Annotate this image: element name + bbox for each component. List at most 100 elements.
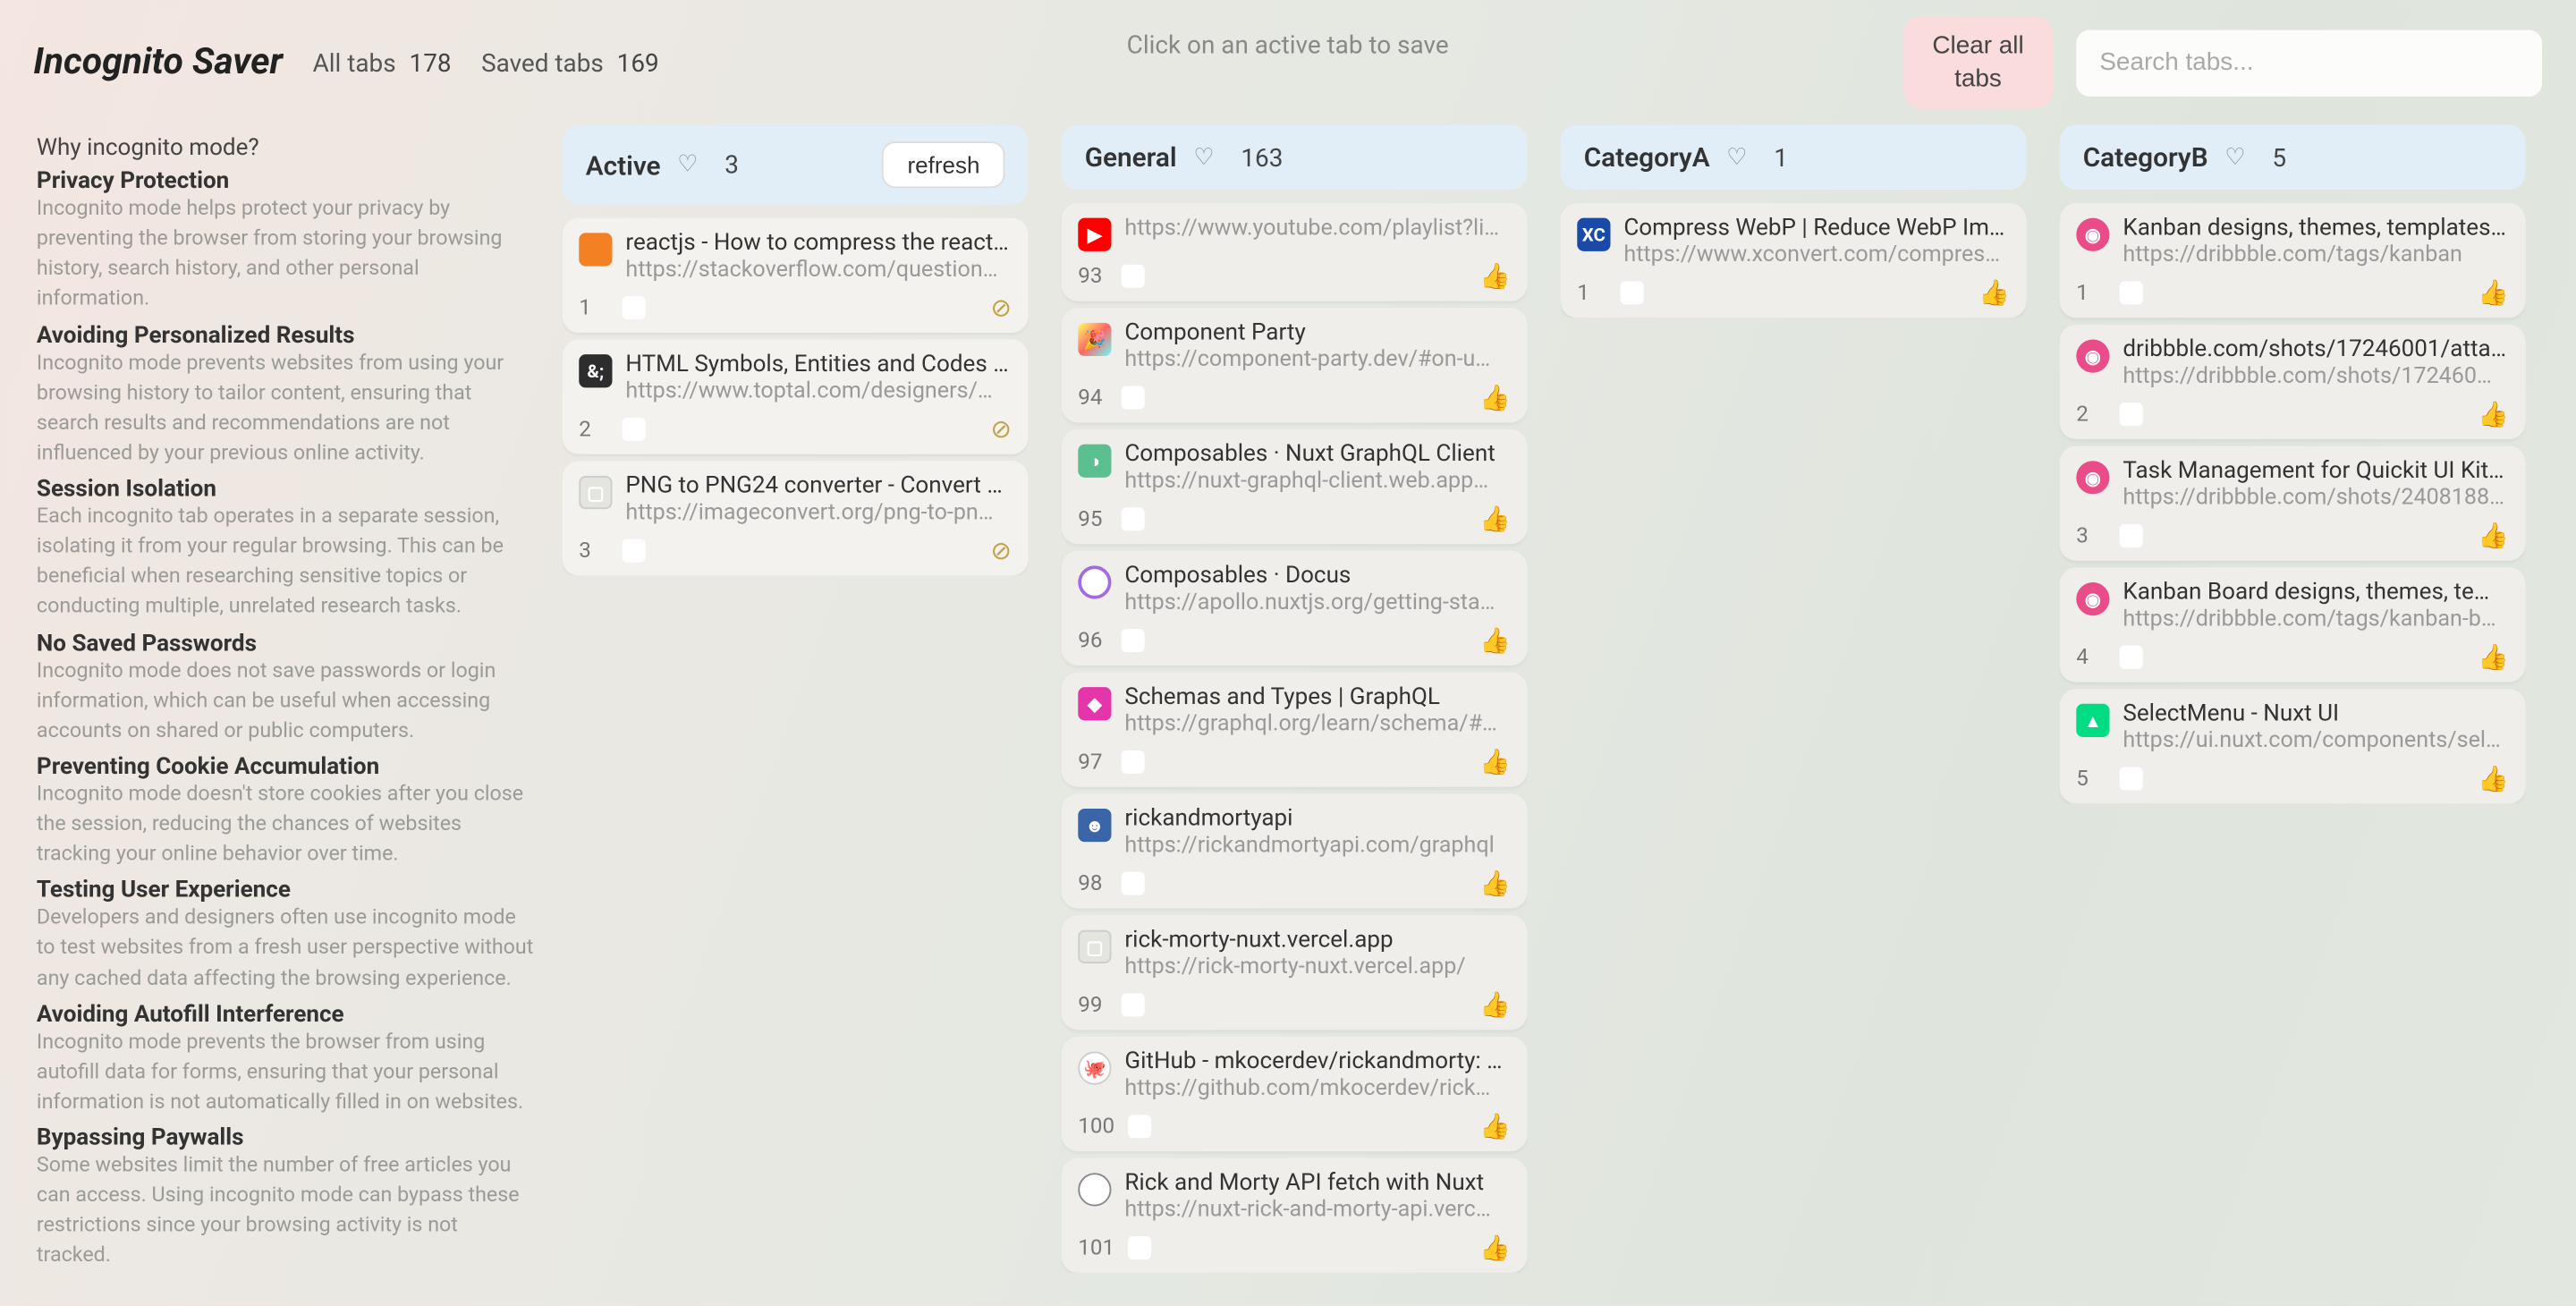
warn-icon[interactable]: ⊘ bbox=[990, 536, 1011, 565]
thumbs-up-icon[interactable]: 👍 bbox=[1479, 747, 1511, 776]
refresh-button[interactable]: refresh bbox=[883, 141, 1005, 188]
tab-url: https://rick-morty-nuxt.vercel.app/ bbox=[1124, 954, 1511, 980]
tab-checkbox[interactable] bbox=[623, 418, 646, 441]
tab-checkbox[interactable] bbox=[1122, 872, 1145, 895]
tab-checkbox[interactable] bbox=[2120, 646, 2143, 669]
tab-title: Composables · Docus bbox=[1124, 563, 1511, 589]
thumbs-up-icon[interactable]: 👍 bbox=[1479, 383, 1511, 412]
search-input[interactable] bbox=[2076, 30, 2542, 96]
tab-checkbox[interactable] bbox=[1128, 1236, 1151, 1259]
tab-title: SelectMenu - Nuxt UI bbox=[2123, 700, 2509, 727]
tab-card[interactable]: ▶https://www.youtube.com/playlist?li…93👍 bbox=[1062, 203, 1528, 301]
tab-checkbox[interactable] bbox=[2120, 403, 2143, 426]
tab-title: Schemas and Types | GraphQL bbox=[1124, 683, 1511, 710]
heart-icon[interactable]: ♡ bbox=[677, 151, 698, 178]
column-count: 163 bbox=[1241, 142, 1283, 172]
tab-checkbox[interactable] bbox=[1621, 281, 1644, 304]
tab-checkbox[interactable] bbox=[1122, 507, 1145, 530]
clear-all-button[interactable]: Clear all tabs bbox=[1903, 17, 2053, 108]
thumbs-up-icon[interactable]: 👍 bbox=[1979, 278, 2010, 308]
favicon-icon: ◉ bbox=[2076, 582, 2109, 615]
thumbs-up-icon[interactable]: 👍 bbox=[1479, 625, 1511, 655]
tab-number: 5 bbox=[2076, 767, 2106, 792]
column-title: CategoryA bbox=[1584, 141, 1710, 173]
thumbs-up-icon[interactable]: 👍 bbox=[1479, 869, 1511, 898]
tab-url: https://www.xconvert.com/compres… bbox=[1623, 242, 2010, 268]
tab-number: 96 bbox=[1078, 628, 1107, 653]
favicon-icon: ▲ bbox=[2076, 704, 2109, 737]
column-general: General♡163▶https://www.youtube.com/play… bbox=[1062, 125, 1528, 1306]
thumbs-up-icon[interactable]: 👍 bbox=[1479, 1111, 1511, 1141]
tab-card[interactable]: &;HTML Symbols, Entities and Codes …http… bbox=[563, 339, 1029, 454]
tab-title: reactjs - How to compress the react … bbox=[625, 230, 1012, 257]
tab-checkbox[interactable] bbox=[1122, 993, 1145, 1016]
tab-checkbox[interactable] bbox=[2120, 524, 2143, 547]
tab-checkbox[interactable] bbox=[1122, 265, 1145, 288]
column-list[interactable]: XCCompress WebP | Reduce WebP Im…https:/… bbox=[1561, 196, 2027, 318]
tab-checkbox[interactable] bbox=[2120, 281, 2143, 304]
tab-card[interactable]: ◉dribbble.com/shots/17246001/attac…https… bbox=[2060, 325, 2526, 439]
warn-icon[interactable]: ⊘ bbox=[990, 414, 1011, 444]
favicon-icon: 🎉 bbox=[1078, 323, 1111, 356]
tab-card[interactable]: ▲ SelectMenu - Nuxt UIhttps://ui.nuxt.com… bbox=[2060, 689, 2526, 803]
tab-card[interactable]: AComposables · Docushttps://apollo.nuxtj… bbox=[1062, 551, 1528, 666]
tab-number: 97 bbox=[1078, 750, 1107, 775]
thumbs-up-icon[interactable]: 👍 bbox=[1479, 505, 1511, 534]
tab-checkbox[interactable] bbox=[1122, 386, 1145, 410]
thumbs-up-icon[interactable]: 👍 bbox=[2478, 278, 2509, 308]
tab-card[interactable]: ☻rickandmortyapihttps://rickandmortyapi.… bbox=[1062, 793, 1528, 908]
sidebar-section-body: Incognito mode prevents websites from us… bbox=[37, 349, 536, 470]
thumbs-up-icon[interactable]: 👍 bbox=[2478, 642, 2509, 672]
tab-title: Rick and Morty API fetch with Nuxt bbox=[1124, 1170, 1511, 1197]
tab-number: 93 bbox=[1078, 264, 1107, 289]
all-tabs-count: 178 bbox=[410, 47, 452, 77]
sidebar-heading: Why incognito mode? bbox=[37, 135, 536, 162]
column-title: Active bbox=[586, 148, 661, 180]
thumbs-up-icon[interactable]: 👍 bbox=[1479, 1233, 1511, 1262]
save-hint: Click on an active tab to save bbox=[1127, 30, 1449, 59]
tab-card[interactable]: ▢rick-morty-nuxt.vercel.apphttps://rick-… bbox=[1062, 915, 1528, 1030]
sidebar-section-title: Avoiding Autofill Interference bbox=[37, 1001, 536, 1028]
column-list[interactable]: ▶https://www.youtube.com/playlist?li…93👍… bbox=[1062, 196, 1528, 1272]
tab-card[interactable]: ◑Composables · Nuxt GraphQL Clienthttps:… bbox=[1062, 429, 1528, 544]
tab-checkbox[interactable] bbox=[2120, 767, 2143, 790]
tab-card[interactable]: reactjs - How to compress the react …htt… bbox=[563, 218, 1029, 333]
tab-card[interactable]: 🎉Component Partyhttps://component-party.… bbox=[1062, 308, 1528, 422]
tab-url: https://dribbble.com/shots/2408188… bbox=[2123, 484, 2509, 511]
tab-card[interactable]: ◉Kanban designs, themes, templates…https… bbox=[2060, 203, 2526, 318]
thumbs-up-icon[interactable]: 👍 bbox=[2478, 764, 2509, 793]
thumbs-up-icon[interactable]: 👍 bbox=[1479, 261, 1511, 291]
favicon-icon: ◑ bbox=[1078, 445, 1111, 478]
tab-card[interactable]: ▢PNG to PNG24 converter - Convert P…http… bbox=[563, 461, 1029, 575]
tab-card[interactable]: ◉Task Management for Quickit UI Kit …htt… bbox=[2060, 445, 2526, 560]
tab-number: 99 bbox=[1078, 992, 1107, 1017]
sidebar-section-title: Preventing Cookie Accumulation bbox=[37, 753, 536, 780]
tab-card[interactable]: 🐙GitHub - mkocerdev/rickandmorty: …https… bbox=[1062, 1037, 1528, 1151]
thumbs-up-icon[interactable]: 👍 bbox=[2478, 521, 2509, 550]
tab-checkbox[interactable] bbox=[1122, 629, 1145, 652]
column-count: 1 bbox=[1774, 142, 1788, 172]
heart-icon[interactable]: ♡ bbox=[1193, 144, 1214, 171]
tab-card[interactable]: ◆Schemas and Types | GraphQLhttps://grap… bbox=[1062, 672, 1528, 786]
tab-url: https://www.youtube.com/playlist?li… bbox=[1124, 215, 1511, 242]
thumbs-up-icon[interactable]: 👍 bbox=[2478, 399, 2509, 428]
tab-checkbox[interactable] bbox=[623, 296, 646, 319]
tab-title: GitHub - mkocerdev/rickandmorty: … bbox=[1124, 1048, 1511, 1075]
heart-icon[interactable]: ♡ bbox=[1726, 144, 1747, 171]
heart-icon[interactable]: ♡ bbox=[2224, 144, 2245, 171]
thumbs-up-icon[interactable]: 👍 bbox=[1479, 990, 1511, 1020]
tab-number: 1 bbox=[1577, 280, 1606, 305]
column-list[interactable]: reactjs - How to compress the react … htt… bbox=[563, 211, 1029, 575]
tab-checkbox[interactable] bbox=[1128, 1115, 1151, 1138]
tab-card[interactable]: ◉Rick and Morty API fetch with Nuxthttps… bbox=[1062, 1158, 1528, 1273]
tab-card[interactable]: XCCompress WebP | Reduce WebP Im…https:/… bbox=[1561, 203, 2027, 318]
column-list[interactable]: ◉Kanban designs, themes, templates…https… bbox=[2060, 196, 2526, 803]
favicon-icon: ◉ bbox=[2076, 218, 2109, 251]
tab-checkbox[interactable] bbox=[1122, 751, 1145, 774]
tab-url: https://www.toptal.com/designers/… bbox=[625, 377, 1012, 404]
sidebar-section-body: Some websites limit the number of free a… bbox=[37, 1151, 536, 1272]
tab-checkbox[interactable] bbox=[623, 539, 646, 563]
tab-url: https://ui.nuxt.com/components/sel… bbox=[2123, 727, 2509, 754]
warn-icon[interactable]: ⊘ bbox=[990, 293, 1011, 322]
tab-card[interactable]: ◉Kanban Board designs, themes, tem…https… bbox=[2060, 567, 2526, 682]
